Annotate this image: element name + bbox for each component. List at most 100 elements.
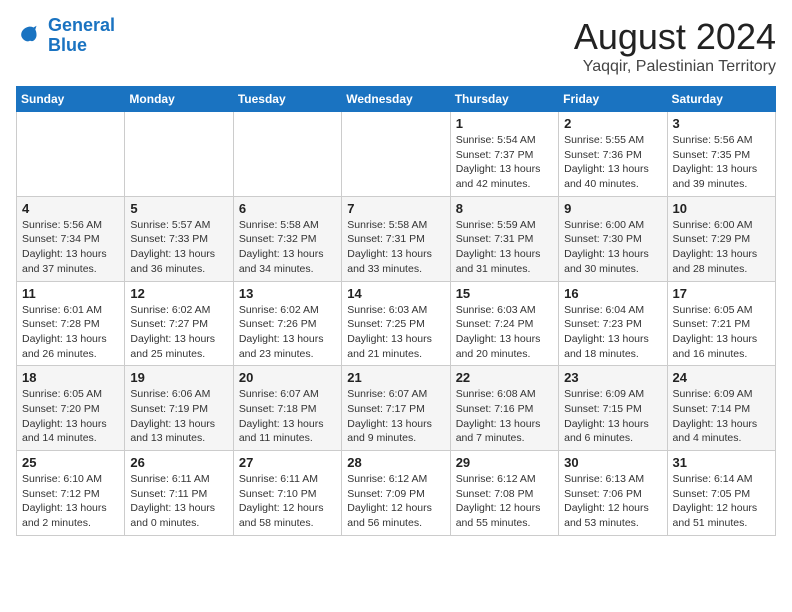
weekday-header-saturday: Saturday — [667, 87, 775, 112]
day-number: 30 — [564, 455, 661, 470]
weekday-header-row: SundayMondayTuesdayWednesdayThursdayFrid… — [17, 87, 776, 112]
calendar-cell: 30Sunrise: 6:13 AM Sunset: 7:06 PM Dayli… — [559, 451, 667, 536]
calendar-header: SundayMondayTuesdayWednesdayThursdayFrid… — [17, 87, 776, 112]
day-number: 31 — [673, 455, 770, 470]
day-number: 26 — [130, 455, 227, 470]
day-number: 27 — [239, 455, 336, 470]
day-info: Sunrise: 6:14 AM Sunset: 7:05 PM Dayligh… — [673, 472, 770, 531]
calendar-cell: 17 Sunrise: 6:05 AM Sunset: 7:21 PM Dayli… — [667, 281, 775, 366]
calendar-cell: 11Sunrise: 6:01 AM Sunset: 7:28 PM Dayli… — [17, 281, 125, 366]
day-info: Sunrise: 6:00 AM Sunset: 7:29 PM Dayligh… — [673, 218, 770, 277]
calendar-cell: 12 Sunrise: 6:02 AM Sunset: 7:27 PM Dayli… — [125, 281, 233, 366]
day-info: Sunrise: 6:02 AM Sunset: 7:27 PM Dayligh… — [130, 303, 227, 362]
day-number: 21 — [347, 370, 444, 385]
day-number: 1 — [456, 116, 553, 131]
day-number: 20 — [239, 370, 336, 385]
day-number: 19 — [130, 370, 227, 385]
day-info: Sunrise: 6:07 AM Sunset: 7:17 PM Dayligh… — [347, 387, 444, 446]
day-info: Sunrise: 5:55 AM Sunset: 7:36 PM Dayligh… — [564, 133, 661, 192]
title-block: August 2024 Yaqqir, Palestinian Territor… — [574, 16, 776, 76]
calendar-week-row: 1 Sunrise: 5:54 AM Sunset: 7:37 PM Daylig… — [17, 112, 776, 197]
day-info: Sunrise: 6:10 AM Sunset: 7:12 PM Dayligh… — [22, 472, 119, 531]
logo-general: General — [48, 15, 115, 35]
day-info: Sunrise: 5:57 AM Sunset: 7:33 PM Dayligh… — [130, 218, 227, 277]
day-info: Sunrise: 5:59 AM Sunset: 7:31 PM Dayligh… — [456, 218, 553, 277]
calendar-cell — [17, 112, 125, 197]
calendar-cell: 28 Sunrise: 6:12 AM Sunset: 7:09 PM Dayli… — [342, 451, 450, 536]
calendar-table: SundayMondayTuesdayWednesdayThursdayFrid… — [16, 86, 776, 536]
day-number: 25 — [22, 455, 119, 470]
day-info: Sunrise: 6:05 AM Sunset: 7:21 PM Dayligh… — [673, 303, 770, 362]
calendar-cell — [233, 112, 341, 197]
calendar-cell: 5 Sunrise: 5:57 AM Sunset: 7:33 PM Daylig… — [125, 196, 233, 281]
day-info: Sunrise: 5:56 AM Sunset: 7:34 PM Dayligh… — [22, 218, 119, 277]
day-info: Sunrise: 6:00 AM Sunset: 7:30 PM Dayligh… — [564, 218, 661, 277]
day-number: 18 — [22, 370, 119, 385]
day-number: 6 — [239, 201, 336, 216]
weekday-header-thursday: Thursday — [450, 87, 558, 112]
day-number: 5 — [130, 201, 227, 216]
day-number: 10 — [673, 201, 770, 216]
calendar-cell: 13Sunrise: 6:02 AM Sunset: 7:26 PM Dayli… — [233, 281, 341, 366]
day-number: 8 — [456, 201, 553, 216]
day-info: Sunrise: 6:11 AM Sunset: 7:10 PM Dayligh… — [239, 472, 336, 531]
day-info: Sunrise: 6:05 AM Sunset: 7:20 PM Dayligh… — [22, 387, 119, 446]
weekday-header-friday: Friday — [559, 87, 667, 112]
day-info: Sunrise: 6:11 AM Sunset: 7:11 PM Dayligh… — [130, 472, 227, 531]
day-info: Sunrise: 5:54 AM Sunset: 7:37 PM Dayligh… — [456, 133, 553, 192]
calendar-cell: 21 Sunrise: 6:07 AM Sunset: 7:17 PM Dayli… — [342, 366, 450, 451]
calendar-cell: 29Sunrise: 6:12 AM Sunset: 7:08 PM Dayli… — [450, 451, 558, 536]
day-number: 17 — [673, 286, 770, 301]
calendar-cell: 26 Sunrise: 6:11 AM Sunset: 7:11 PM Dayli… — [125, 451, 233, 536]
day-number: 23 — [564, 370, 661, 385]
day-info: Sunrise: 6:06 AM Sunset: 7:19 PM Dayligh… — [130, 387, 227, 446]
day-info: Sunrise: 6:02 AM Sunset: 7:26 PM Dayligh… — [239, 303, 336, 362]
day-info: Sunrise: 6:07 AM Sunset: 7:18 PM Dayligh… — [239, 387, 336, 446]
weekday-header-tuesday: Tuesday — [233, 87, 341, 112]
calendar-cell: 8 Sunrise: 5:59 AM Sunset: 7:31 PM Daylig… — [450, 196, 558, 281]
day-info: Sunrise: 6:01 AM Sunset: 7:28 PM Dayligh… — [22, 303, 119, 362]
day-info: Sunrise: 6:09 AM Sunset: 7:14 PM Dayligh… — [673, 387, 770, 446]
weekday-header-wednesday: Wednesday — [342, 87, 450, 112]
calendar-cell — [125, 112, 233, 197]
day-info: Sunrise: 6:12 AM Sunset: 7:09 PM Dayligh… — [347, 472, 444, 531]
weekday-header-monday: Monday — [125, 87, 233, 112]
logo-blue: Blue — [48, 35, 87, 55]
day-number: 16 — [564, 286, 661, 301]
calendar-cell: 27 Sunrise: 6:11 AM Sunset: 7:10 PM Dayli… — [233, 451, 341, 536]
day-number: 12 — [130, 286, 227, 301]
calendar-cell: 24 Sunrise: 6:09 AM Sunset: 7:14 PM Dayli… — [667, 366, 775, 451]
day-info: Sunrise: 6:03 AM Sunset: 7:25 PM Dayligh… — [347, 303, 444, 362]
day-number: 22 — [456, 370, 553, 385]
calendar-cell: 6 Sunrise: 5:58 AM Sunset: 7:32 PM Daylig… — [233, 196, 341, 281]
logo-icon — [16, 22, 44, 50]
calendar-cell: 1 Sunrise: 5:54 AM Sunset: 7:37 PM Daylig… — [450, 112, 558, 197]
calendar-cell: 18 Sunrise: 6:05 AM Sunset: 7:20 PM Dayli… — [17, 366, 125, 451]
day-number: 15 — [456, 286, 553, 301]
day-info: Sunrise: 5:56 AM Sunset: 7:35 PM Dayligh… — [673, 133, 770, 192]
day-number: 4 — [22, 201, 119, 216]
day-number: 24 — [673, 370, 770, 385]
day-info: Sunrise: 6:09 AM Sunset: 7:15 PM Dayligh… — [564, 387, 661, 446]
calendar-week-row: 4 Sunrise: 5:56 AM Sunset: 7:34 PM Daylig… — [17, 196, 776, 281]
day-number: 28 — [347, 455, 444, 470]
day-info: Sunrise: 5:58 AM Sunset: 7:32 PM Dayligh… — [239, 218, 336, 277]
calendar-body: 1 Sunrise: 5:54 AM Sunset: 7:37 PM Daylig… — [17, 112, 776, 536]
calendar-cell: 9 Sunrise: 6:00 AM Sunset: 7:30 PM Daylig… — [559, 196, 667, 281]
day-number: 2 — [564, 116, 661, 131]
calendar-cell: 23 Sunrise: 6:09 AM Sunset: 7:15 PM Dayli… — [559, 366, 667, 451]
calendar-week-row: 18 Sunrise: 6:05 AM Sunset: 7:20 PM Dayli… — [17, 366, 776, 451]
logo-text: General Blue — [48, 16, 115, 56]
page-header: General Blue August 2024 Yaqqir, Palesti… — [16, 16, 776, 76]
calendar-cell: 31 Sunrise: 6:14 AM Sunset: 7:05 PM Dayli… — [667, 451, 775, 536]
calendar-week-row: 11Sunrise: 6:01 AM Sunset: 7:28 PM Dayli… — [17, 281, 776, 366]
day-number: 9 — [564, 201, 661, 216]
calendar-week-row: 25 Sunrise: 6:10 AM Sunset: 7:12 PM Dayli… — [17, 451, 776, 536]
day-info: Sunrise: 6:03 AM Sunset: 7:24 PM Dayligh… — [456, 303, 553, 362]
calendar-cell: 2 Sunrise: 5:55 AM Sunset: 7:36 PM Daylig… — [559, 112, 667, 197]
day-number: 29 — [456, 455, 553, 470]
day-info: Sunrise: 6:08 AM Sunset: 7:16 PM Dayligh… — [456, 387, 553, 446]
calendar-cell: 4 Sunrise: 5:56 AM Sunset: 7:34 PM Daylig… — [17, 196, 125, 281]
calendar-cell — [342, 112, 450, 197]
calendar-cell: 20 Sunrise: 6:07 AM Sunset: 7:18 PM Dayli… — [233, 366, 341, 451]
